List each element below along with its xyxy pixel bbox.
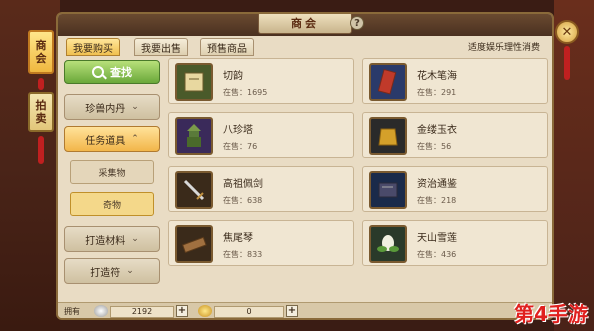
category-quest-items[interactable]: 任务道具 ⌃ — [64, 126, 160, 152]
subcategory-gathered[interactable]: 采集物 — [70, 160, 154, 184]
zither-icon — [175, 225, 213, 263]
scroll-icon — [369, 63, 407, 101]
background-right — [554, 0, 594, 331]
book-icon — [369, 171, 407, 209]
item-card[interactable]: 金缕玉衣 在售：56 — [362, 112, 548, 158]
sword-icon — [175, 171, 213, 209]
notice-text: 适度娱乐理性消费 — [468, 43, 541, 53]
tab-sell[interactable]: 我要出售 — [134, 38, 188, 56]
lotus-icon — [369, 225, 407, 263]
book-icon — [175, 63, 213, 101]
category-forging-charms[interactable]: 打造符 ⌄ — [64, 258, 160, 284]
currency-bar: 拥有 2192 + 0 + — [58, 302, 552, 318]
gold-amount: 0 — [214, 306, 284, 318]
chevron-down-icon: ⌄ — [131, 102, 139, 112]
item-card[interactable]: 高祖佩剑 在售：638 — [168, 166, 354, 212]
chevron-down-icon: ⌄ — [131, 234, 139, 244]
item-card[interactable]: 八珍塔 在售：76 — [168, 112, 354, 158]
watermark: 第4手游 — [514, 302, 588, 326]
chevron-up-icon: ⌃ — [131, 134, 139, 144]
window-title: 商会 — [258, 14, 352, 34]
chevron-down-icon: ⌄ — [126, 266, 134, 276]
item-card[interactable]: 资治通鉴 在售：218 — [362, 166, 548, 212]
search-icon — [92, 66, 104, 78]
tab-buy[interactable]: 我要购买 — [66, 38, 120, 56]
tassel-decoration — [38, 136, 44, 164]
item-card[interactable]: 天山雪莲 在售：436 — [362, 220, 548, 266]
armor-icon — [369, 117, 407, 155]
gold-ingot-icon — [198, 305, 212, 317]
item-card[interactable]: 切韵 在售：1695 — [168, 58, 354, 104]
category-beast-core[interactable]: 珍兽内丹 ⌄ — [64, 94, 160, 120]
item-card[interactable]: 焦尾琴 在售：833 — [168, 220, 354, 266]
owned-label: 拥有 — [64, 307, 80, 316]
subcategory-curios[interactable]: 奇物 — [70, 192, 154, 216]
close-button[interactable]: ✕ — [555, 20, 579, 44]
silver-amount: 2192 — [110, 306, 174, 318]
add-gold-button[interactable]: + — [286, 305, 298, 317]
tassel-decoration — [38, 78, 44, 90]
pagoda-icon — [175, 117, 213, 155]
tab-presale[interactable]: 预售商品 — [200, 38, 254, 56]
commerce-panel: 商会 ? 我要购买 我要出售 预售商品 适度娱乐理性消费 查找 珍兽内丹 ⌄ 任… — [56, 12, 554, 320]
side-tag-commerce[interactable]: 商 会 — [28, 30, 54, 74]
search-button[interactable]: 查找 — [64, 60, 160, 84]
category-forging-materials[interactable]: 打造材料 ⌄ — [64, 226, 160, 252]
silver-coin-icon — [94, 305, 108, 317]
add-silver-button[interactable]: + — [176, 305, 188, 317]
help-icon[interactable]: ? — [350, 16, 364, 30]
side-tag-auction[interactable]: 拍 卖 — [28, 92, 54, 132]
tassel-decoration — [564, 46, 570, 80]
item-card[interactable]: 花木笔海 在售：291 — [362, 58, 548, 104]
